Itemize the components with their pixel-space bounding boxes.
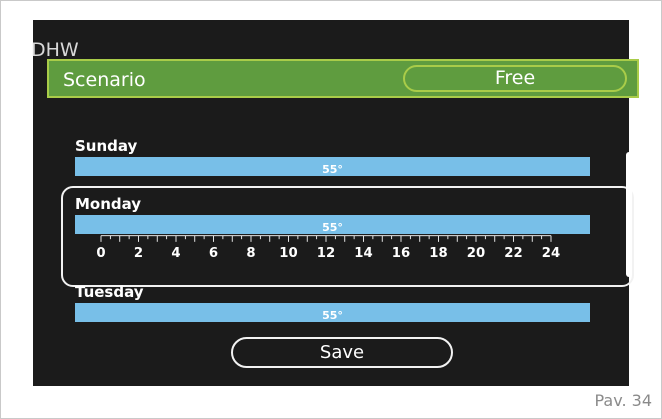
day-label: Tuesday: [75, 283, 144, 301]
ruler-label: 14: [354, 246, 372, 261]
ruler-label: 6: [209, 246, 218, 261]
ruler-label: 12: [317, 246, 335, 261]
temperature-bar[interactable]: 55°: [75, 157, 590, 176]
temperature-bar[interactable]: 55°: [75, 303, 590, 322]
temperature-value: 55°: [322, 309, 343, 322]
temperature-value: 55°: [322, 163, 343, 176]
ruler-labels: 0 2 4 6 8 10 12 14 16 18 20 22 24: [96, 246, 560, 261]
screen-title: DHW: [31, 39, 79, 61]
day-label: Sunday: [75, 137, 138, 155]
day-label: Monday: [75, 195, 142, 213]
ruler-label: 0: [96, 246, 105, 261]
ruler-label: 2: [134, 246, 143, 261]
ruler-ticks: [100, 235, 552, 242]
scenario-label: Scenario: [63, 69, 146, 91]
temperature-bar[interactable]: 55°: [75, 215, 590, 234]
scenario-value-button[interactable]: Free: [403, 65, 627, 92]
scenario-row[interactable]: Scenario Free: [47, 59, 639, 98]
ruler-label: 4: [171, 246, 180, 261]
ruler-label: 10: [279, 246, 297, 261]
ruler-label: 8: [246, 246, 255, 261]
ruler-label: 20: [467, 246, 485, 261]
time-ruler: 0 2 4 6 8 10 12 14 16 18 20 22 24: [96, 235, 560, 261]
ruler-label: 16: [392, 246, 410, 261]
save-button[interactable]: Save: [231, 337, 453, 368]
scrollbar[interactable]: [626, 152, 632, 277]
ruler-label: 24: [542, 246, 560, 261]
ruler-label: 22: [504, 246, 522, 261]
page-number: Pav. 34: [594, 391, 653, 410]
ruler-label: 18: [429, 246, 447, 261]
